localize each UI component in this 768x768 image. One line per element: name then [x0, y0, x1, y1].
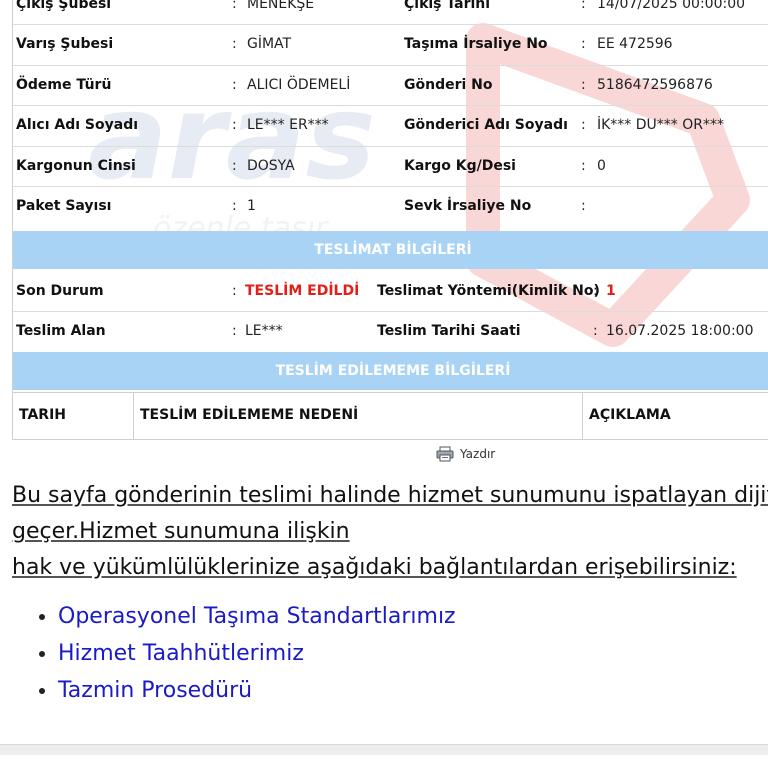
- policy-links-list: Operasyonel Taşıma Standartlarımız Hizme…: [30, 598, 456, 709]
- colon: :: [232, 36, 237, 52]
- label-delivery-method: Teslimat Yöntemi(Kimlik No): [377, 283, 600, 299]
- label-cargo-weight: Kargo Kg/Desi: [404, 158, 516, 174]
- label-delivery-datetime: Teslim Tarihi Saati: [377, 323, 521, 339]
- column-header-description: AÇIKLAMA: [589, 407, 671, 423]
- value-receiver: LE***: [245, 323, 283, 339]
- value-cargo-type: DOSYA: [247, 158, 295, 174]
- list-item: Tazmin Prosedürü: [58, 672, 456, 709]
- label-recipient-name: Alıcı Adı Soyadı: [16, 117, 139, 133]
- colon: :: [232, 323, 237, 339]
- value-shipment-no: 5186472596876: [597, 77, 713, 93]
- colon: :: [581, 0, 586, 12]
- label-origin-branch: Çıkış Şubesi: [16, 0, 112, 12]
- notice-line-2: geçer.Hizmet sunumuna ilişkin: [12, 519, 350, 544]
- colon: :: [593, 283, 598, 299]
- label-dispatch-waybill-no: Sevk İrsaliye No: [404, 198, 532, 214]
- colon: :: [593, 323, 598, 339]
- value-package-count: 1: [247, 198, 256, 214]
- notice-line-1: Bu sayfa gönderinin teslimi halinde hizm…: [12, 483, 768, 508]
- colon: :: [581, 77, 586, 93]
- label-cargo-type: Kargonun Cinsi: [16, 158, 136, 174]
- value-destination-branch: GİMAT: [247, 36, 292, 52]
- colon: :: [581, 198, 586, 214]
- value-cargo-weight: 0: [597, 158, 606, 174]
- service-notice: Bu sayfa gönderinin teslimi halinde hizm…: [12, 478, 768, 586]
- label-payment-type: Ödeme Türü: [16, 77, 112, 93]
- colon: :: [581, 117, 586, 133]
- value-delivery-method: 1: [606, 283, 616, 299]
- value-delivery-datetime: 16.07.2025 18:00:00: [606, 323, 754, 339]
- value-recipient-name: LE*** ER***: [247, 117, 329, 133]
- row-divider: [13, 186, 768, 187]
- row-divider: [13, 311, 768, 312]
- colon: :: [232, 117, 237, 133]
- print-button[interactable]: Yazdır: [436, 444, 495, 464]
- row-divider: [13, 146, 768, 147]
- label-last-status: Son Durum: [16, 283, 104, 299]
- colon: :: [232, 77, 237, 93]
- value-origin-branch: MENEKŞE: [247, 0, 315, 12]
- status-badge: TESLİM EDİLDİ: [245, 283, 360, 299]
- undelivered-table-header: TARIH TESLİM EDİLEMEME NEDENİ AÇIKLAMA: [13, 392, 768, 440]
- colon: :: [581, 158, 586, 174]
- bottom-divider: [0, 744, 768, 755]
- label-departure-date: Çıkış Tarihi: [404, 0, 491, 12]
- colon: :: [581, 36, 586, 52]
- row-divider: [13, 105, 768, 106]
- delivery-info-header: TESLİMAT BİLGİLERİ: [13, 231, 768, 269]
- value-departure-date: 14/07/2025 00:00:00: [597, 0, 746, 12]
- colon: :: [232, 158, 237, 174]
- value-sender-name: İK*** DU*** OR***: [597, 117, 724, 133]
- label-shipment-no: Gönderi No: [404, 77, 493, 93]
- value-payment-type: ALICI ÖDEMELİ: [247, 77, 351, 93]
- list-item: Hizmet Taahhütlerimiz: [58, 635, 456, 672]
- value-waybill-no: EE 472596: [597, 36, 673, 52]
- column-header-reason: TESLİM EDİLEMEME NEDENİ: [134, 393, 583, 439]
- list-item: Operasyonel Taşıma Standartlarımız: [58, 598, 456, 635]
- link-compensation-procedure[interactable]: Tazmin Prosedürü: [58, 678, 252, 703]
- label-sender-name: Gönderici Adı Soyadı: [404, 117, 568, 133]
- link-service-commitments[interactable]: Hizmet Taahhütlerimiz: [58, 641, 304, 666]
- row-divider: [13, 65, 768, 66]
- undelivered-info-header: TESLİM EDİLEMEME BİLGİLERİ: [13, 352, 768, 390]
- colon: :: [232, 0, 237, 12]
- label-destination-branch: Varış Şubesi: [16, 36, 114, 52]
- notice-line-3: hak ve yükümlülüklerinize aşağıdaki bağl…: [12, 555, 737, 580]
- printer-icon: [436, 446, 454, 462]
- link-operational-standards[interactable]: Operasyonel Taşıma Standartlarımız: [58, 604, 456, 629]
- label-package-count: Paket Sayısı: [16, 198, 112, 214]
- row-divider: [13, 24, 768, 25]
- print-label: Yazdır: [460, 447, 496, 461]
- shipment-details-panel: aras özenle taşır Çıkış Şubesi : MENEKŞE…: [12, 0, 768, 440]
- colon: :: [232, 283, 237, 299]
- label-waybill-no: Taşıma İrsaliye No: [404, 36, 548, 52]
- colon: :: [232, 198, 237, 214]
- column-header-date: TARIH: [13, 393, 134, 439]
- label-receiver: Teslim Alan: [16, 323, 106, 339]
